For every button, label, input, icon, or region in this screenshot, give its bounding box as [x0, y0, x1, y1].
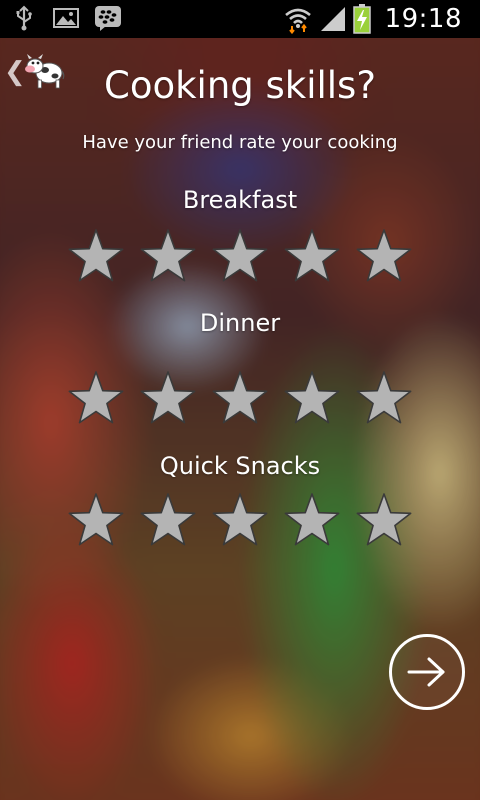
star-icon[interactable]: [132, 226, 204, 286]
star-icon[interactable]: [348, 226, 420, 286]
image-icon: [53, 8, 79, 28]
star-icon[interactable]: [276, 368, 348, 428]
battery-charging-icon: [352, 4, 371, 34]
page-title: Cooking skills?: [104, 64, 376, 107]
star-rating-dinner: [60, 368, 420, 428]
star-icon[interactable]: [60, 226, 132, 286]
category-label-breakfast: Breakfast: [182, 186, 298, 214]
blackberry-messenger-icon: [95, 6, 121, 31]
star-icon[interactable]: [60, 490, 132, 550]
star-icon[interactable]: [132, 368, 204, 428]
star-icon[interactable]: [204, 490, 276, 550]
signal-icon: [320, 7, 345, 31]
next-button[interactable]: [389, 634, 465, 710]
star-icon[interactable]: [204, 226, 276, 286]
star-icon[interactable]: [60, 368, 132, 428]
star-icon[interactable]: [348, 368, 420, 428]
star-icon[interactable]: [132, 490, 204, 550]
star-icon[interactable]: [348, 490, 420, 550]
star-icon[interactable]: [204, 368, 276, 428]
star-icon[interactable]: [276, 226, 348, 286]
category-label-quick-snacks: Quick Snacks: [159, 452, 321, 480]
star-rating-quick-snacks: [60, 490, 420, 550]
clock: 19:18: [384, 4, 462, 34]
page-subtitle: Have your friend rate your cooking: [82, 132, 398, 153]
arrow-right-icon: [407, 657, 445, 687]
status-bar: 19:18: [0, 0, 480, 38]
star-icon[interactable]: [276, 490, 348, 550]
wifi-icon: [284, 8, 311, 34]
star-rating-breakfast: [60, 226, 420, 286]
usb-icon: [16, 5, 32, 31]
category-label-dinner: Dinner: [199, 309, 281, 337]
